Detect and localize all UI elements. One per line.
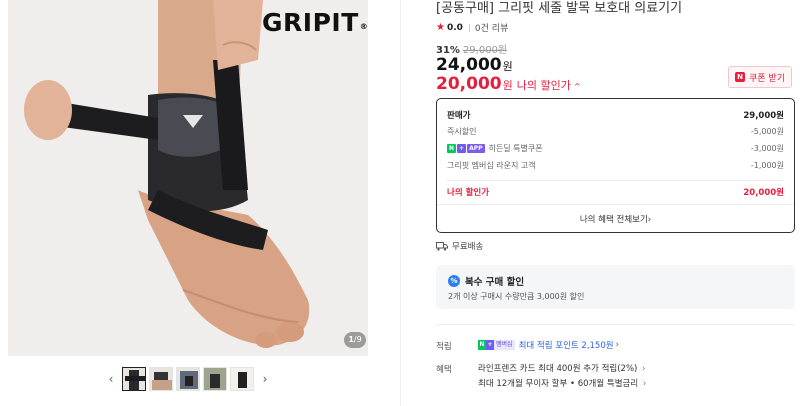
chevron-right-icon[interactable]: › (258, 367, 272, 391)
delivery-label: 무료배송 (452, 242, 484, 252)
image-counter: 1/9 (344, 332, 366, 348)
naver-n-badge: N (447, 144, 457, 153)
chevron-right-icon: › (615, 340, 619, 350)
breakdown-divider (447, 180, 784, 181)
card-benefit-link[interactable]: 라인프렌즈 카드 최대 400원 추가 적립(2%) › (478, 362, 645, 374)
sale-price: 24,000 (436, 55, 502, 75)
chevron-right-icon: › (642, 364, 646, 374)
breakdown-row: N + APP 히든딜 특별쿠폰 -3,000원 (447, 143, 784, 154)
chevron-right-icon: › (647, 215, 652, 225)
section-divider (436, 324, 795, 325)
max-points-link[interactable]: N + 멤버십 최대 적립 포인트 2,150원 › (478, 339, 619, 351)
thumbnail-3[interactable] (176, 367, 200, 391)
breakdown-row-label: 히든딜 특별쿠폰 (488, 144, 543, 153)
naver-n-icon: N (735, 72, 745, 82)
max-points-text: 최대 적립 포인트 2,150원 (518, 341, 614, 351)
get-coupon-button[interactable]: N 쿠폰 받기 (728, 66, 792, 88)
thumbnail-5[interactable] (230, 367, 254, 391)
membership-badge: N + 멤버십 (478, 340, 515, 350)
breakdown-row: 그리핏 멤버십 라운지 고객 -1,000원 (447, 160, 784, 171)
rating-separator (468, 23, 470, 32)
breakdown-row-label: 그리핏 멤버십 라운지 고객 (447, 161, 536, 170)
plus-badge: + (457, 144, 467, 153)
price-unit: 원 (502, 60, 513, 73)
breakdown-my-price-value: 20,000원 (743, 188, 784, 198)
delivery-info: 무료배송 (436, 240, 483, 252)
thumbnail-1[interactable] (122, 367, 146, 391)
coupon-button-label: 쿠폰 받기 (749, 73, 785, 84)
multi-purchase-title-text: 복수 구매 할인 (465, 277, 525, 288)
app-badge: APP (467, 144, 485, 153)
product-title: [공동구매] 그리핏 세줄 발목 보호대 의료기기 (436, 1, 683, 16)
view-all-benefits-link[interactable]: 나의 혜택 전체보기› (437, 213, 794, 225)
multi-purchase-title: % 복수 구매 할인 (448, 274, 524, 288)
percent-icon: % (448, 275, 460, 287)
review-count-link[interactable]: 0건 리뷰 (475, 21, 508, 34)
image-gallery: GRIPIT® 1/9 ‹ › (0, 0, 400, 406)
rating-row: ★ 0.0 0건 리뷰 (436, 21, 508, 34)
multi-purchase-discount-box: % 복수 구매 할인 2개 이상 구매시 수량만큼 3,000원 할인 (436, 265, 795, 309)
thumbnail-2[interactable] (149, 367, 173, 391)
chevron-right-icon: › (642, 379, 647, 389)
rating-score: 0.0 (446, 22, 463, 33)
original-price: 29,000원 (462, 45, 508, 56)
my-price-row[interactable]: 20,000 원 나의 할인가 ^ (436, 74, 581, 94)
points-label: 적립 (436, 342, 452, 352)
breakdown-row-value: -5,000원 (750, 127, 784, 136)
breakdown-sale-price-label: 판매가 (447, 111, 471, 121)
thumbnail-4[interactable] (203, 367, 227, 391)
breakdown-row-value: -3,000원 (750, 144, 784, 153)
benefit-label: 혜택 (436, 365, 452, 375)
price-breakdown-panel: 판매가 29,000원 즉시할인 -5,000원 N + APP 히든딜 특별쿠… (436, 98, 795, 233)
breakdown-my-price-row: 나의 할인가 20,000원 (447, 186, 784, 198)
breakdown-my-price-label: 나의 할인가 (447, 188, 490, 198)
brand-logo: GRIPIT® (262, 8, 368, 37)
breakdown-row-label: 즉시할인 (447, 127, 477, 136)
chevron-left-icon[interactable]: ‹ (104, 367, 118, 391)
product-main-image[interactable]: GRIPIT® 1/9 (8, 0, 368, 356)
breakdown-divider (437, 204, 794, 205)
multi-purchase-description: 2개 이상 구매시 수량만큼 3,000원 할인 (448, 292, 585, 301)
price-row: 24,000 원 (436, 55, 513, 75)
discount-row: 31% 29,000원 (436, 41, 507, 56)
breakdown-row-value: -1,000원 (750, 161, 784, 170)
breakdown-row: 즉시할인 -5,000원 (447, 126, 784, 137)
truck-icon (436, 241, 448, 251)
breakdown-sale-price-value: 29,000원 (743, 111, 784, 121)
thumbnail-strip: ‹ › (104, 366, 272, 392)
breakdown-sale-price-row: 판매가 29,000원 (447, 109, 784, 121)
my-price-unit: 원 (502, 79, 513, 92)
column-divider (400, 0, 401, 406)
my-price-label: 나의 할인가 (516, 79, 571, 92)
my-discount-price: 20,000 (436, 74, 502, 94)
star-icon: ★ (436, 22, 445, 33)
product-info: [공동구매] 그리핏 세줄 발목 보호대 의료기기 ★ 0.0 0건 리뷰 31… (436, 0, 796, 406)
installment-benefit-link[interactable]: 최대 12개월 무이자 할부 • 60개월 특별금리 › (478, 377, 646, 389)
chevron-up-icon[interactable]: ^ (574, 82, 581, 91)
ankle-brace-photo (8, 0, 368, 356)
